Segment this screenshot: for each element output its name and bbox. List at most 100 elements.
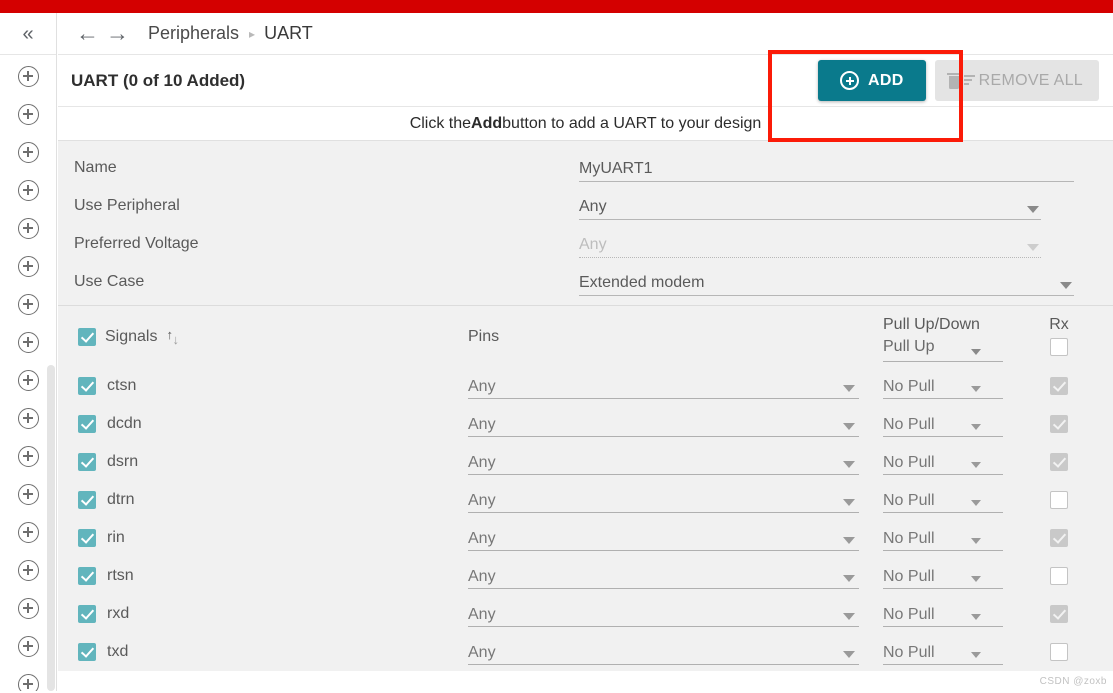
text-input-field[interactable]: MyUART1: [579, 154, 1074, 182]
pull-updown-select[interactable]: No Pull: [883, 639, 1003, 665]
rx-checkbox[interactable]: [1050, 453, 1068, 471]
signal-enable-checkbox[interactable]: [78, 605, 96, 623]
field-value: Any: [579, 198, 607, 220]
sidebar-add-item-4[interactable]: [0, 209, 56, 247]
signal-enable-checkbox[interactable]: [78, 415, 96, 433]
plus-circle-icon: [18, 104, 39, 125]
add-button[interactable]: ADD: [818, 60, 926, 101]
pull-updown-value: No Pull: [883, 378, 935, 399]
rx-checkbox[interactable]: [1050, 415, 1068, 433]
pin-cell: Any: [468, 563, 883, 589]
form-label: Use Case: [74, 273, 579, 291]
back-arrow-icon[interactable]: ←: [76, 22, 106, 45]
sidebar-add-item-6[interactable]: [0, 285, 56, 323]
plus-circle-icon: [18, 218, 39, 239]
pin-select[interactable]: Any: [468, 563, 859, 589]
pull-updown-cell: No Pull: [883, 449, 1031, 475]
signal-name-label: rtsn: [107, 567, 134, 585]
hint-prefix: Click the: [410, 115, 471, 133]
pull-updown-cell: No Pull: [883, 525, 1031, 551]
forward-arrow-icon[interactable]: →: [106, 22, 136, 45]
signal-enable-checkbox[interactable]: [78, 491, 96, 509]
rx-checkbox[interactable]: [1050, 529, 1068, 547]
sidebar-add-item-3[interactable]: [0, 171, 56, 209]
pull-updown-select[interactable]: No Pull: [883, 487, 1003, 513]
pin-select[interactable]: Any: [468, 449, 859, 475]
sidebar-add-item-0[interactable]: [0, 57, 56, 95]
field-value: Any: [579, 236, 607, 258]
sidebar-add-item-1[interactable]: [0, 95, 56, 133]
breadcrumb-item-peripherals[interactable]: Peripherals: [148, 23, 239, 44]
sidebar-add-item-7[interactable]: [0, 323, 56, 361]
rx-checkbox[interactable]: [1050, 491, 1068, 509]
plus-circle-icon: [18, 484, 39, 505]
rx-cell: [1031, 491, 1087, 509]
hint-bold-word: Add: [471, 115, 502, 133]
rx-cell: [1031, 643, 1087, 661]
table-row: dtrnAnyNo Pull: [58, 481, 1113, 519]
pin-select[interactable]: Any: [468, 525, 859, 551]
signal-enable-checkbox[interactable]: [78, 643, 96, 661]
signal-enable-checkbox[interactable]: [78, 453, 96, 471]
rx-checkbox[interactable]: [1050, 643, 1068, 661]
pin-select[interactable]: Any: [468, 639, 859, 665]
signal-name-cell: rin: [58, 529, 468, 547]
sidebar-add-item-2[interactable]: [0, 133, 56, 171]
sort-toggle-icon[interactable]: ↑ ↓: [166, 328, 181, 346]
chevron-down-icon: [843, 423, 855, 430]
plus-circle-icon: [18, 446, 39, 467]
pull-updown-select[interactable]: No Pull: [883, 601, 1003, 627]
pin-cell: Any: [468, 411, 883, 437]
pull-updown-bulk-select[interactable]: Pull Up: [883, 338, 1003, 362]
select-field[interactable]: Extended modem: [579, 268, 1074, 296]
rx-cell: [1031, 567, 1087, 585]
select-field[interactable]: Any: [579, 192, 1041, 220]
pins-column-label: Pins: [468, 316, 883, 346]
remove-all-button[interactable]: REMOVE ALL: [935, 60, 1099, 101]
pin-select[interactable]: Any: [468, 487, 859, 513]
pull-updown-column-label: Pull Up/Down: [883, 316, 980, 334]
sidebar-add-item-5[interactable]: [0, 247, 56, 285]
pin-cell: Any: [468, 373, 883, 399]
plus-circle-icon: [18, 370, 39, 391]
plus-circle-icon: [18, 66, 39, 87]
page-title: UART (0 of 10 Added): [68, 71, 245, 91]
signal-name-label: txd: [107, 643, 128, 661]
form-label: Name: [74, 159, 579, 177]
pull-updown-select[interactable]: No Pull: [883, 449, 1003, 475]
pull-updown-select[interactable]: No Pull: [883, 373, 1003, 399]
plus-circle-icon: [18, 674, 39, 692]
pin-select[interactable]: Any: [468, 601, 859, 627]
chevron-down-icon: [1060, 282, 1072, 289]
sidebar-scrollbar[interactable]: [47, 365, 55, 691]
chevron-down-icon: [971, 614, 981, 620]
rx-checkbox[interactable]: [1050, 567, 1068, 585]
panel-title-row: UART (0 of 10 Added) ADD REMOVE ALL: [58, 55, 1113, 107]
signal-name-cell: dcdn: [58, 415, 468, 433]
signal-enable-checkbox[interactable]: [78, 567, 96, 585]
rx-checkbox[interactable]: [1050, 377, 1068, 395]
pull-updown-select[interactable]: No Pull: [883, 525, 1003, 551]
pull-updown-select[interactable]: No Pull: [883, 411, 1003, 437]
pin-select[interactable]: Any: [468, 373, 859, 399]
form-row: Use PeripheralAny: [58, 187, 1113, 225]
table-row: txd Any No Pull: [58, 633, 1113, 671]
collapse-sidebar-button[interactable]: «: [0, 13, 56, 55]
rx-header-checkbox[interactable]: [1050, 338, 1068, 356]
pin-select[interactable]: Any: [468, 411, 859, 437]
select-all-signals-checkbox[interactable]: [78, 328, 96, 346]
table-row: rtsn Any No Pull: [58, 557, 1113, 595]
plus-circle-icon: [18, 294, 39, 315]
form-row: Use CaseExtended modem: [58, 263, 1113, 301]
pull-updown-cell: No Pull: [883, 563, 1031, 589]
breadcrumb-item-uart[interactable]: UART: [264, 23, 313, 44]
chevron-down-icon: [843, 651, 855, 658]
signal-enable-checkbox[interactable]: [78, 529, 96, 547]
signal-enable-checkbox[interactable]: [78, 377, 96, 395]
chevron-down-icon: [843, 613, 855, 620]
pull-updown-select[interactable]: No Pull: [883, 563, 1003, 589]
signal-name-label: dcdn: [107, 415, 142, 433]
rx-column-label: Rx: [1049, 316, 1069, 334]
plus-circle-icon: [18, 522, 39, 543]
rx-checkbox[interactable]: [1050, 605, 1068, 623]
